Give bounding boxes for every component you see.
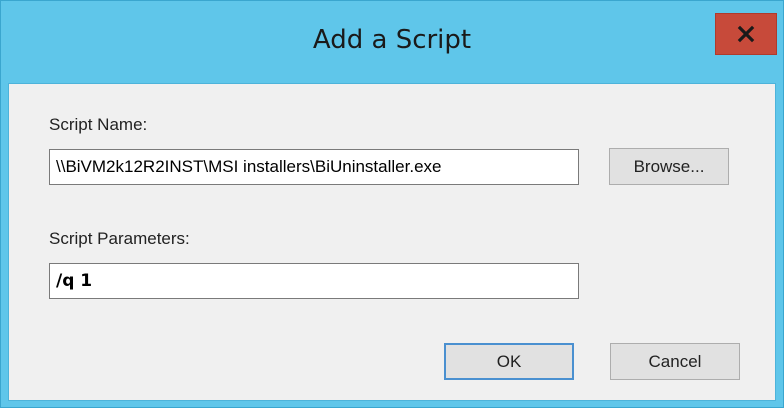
- dialog-title: Add a Script: [312, 25, 472, 55]
- script-parameters-label: Script Parameters:: [49, 229, 190, 248]
- browse-button[interactable]: Browse...: [609, 148, 729, 185]
- cancel-button[interactable]: Cancel: [610, 343, 740, 380]
- ok-button[interactable]: OK: [444, 343, 574, 380]
- add-script-dialog: Add a Script Script Name: Browse... Scri…: [0, 0, 784, 408]
- dialog-body: Script Name: Browse... Script Parameters…: [8, 83, 776, 401]
- title-bar[interactable]: Add a Script: [1, 1, 783, 83]
- close-button[interactable]: [715, 13, 777, 55]
- script-name-input[interactable]: [49, 149, 579, 185]
- close-icon: [737, 25, 755, 43]
- script-name-label: Script Name:: [49, 115, 148, 134]
- script-parameters-input[interactable]: [49, 263, 579, 299]
